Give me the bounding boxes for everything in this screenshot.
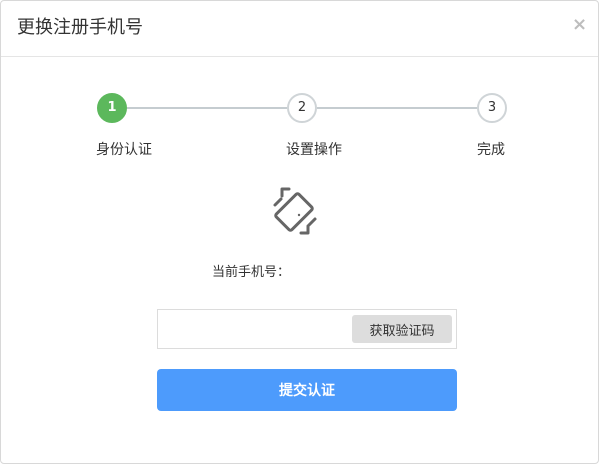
step-3-label: 完成 <box>477 142 505 158</box>
step-connector-2 <box>317 107 477 109</box>
verification-code-row: 获取验证码 <box>157 309 457 349</box>
close-icon[interactable]: × <box>572 14 587 36</box>
step-progress: 1 2 3 身份认证 设置操作 完成 <box>1 89 599 169</box>
change-phone-dialog: 更换注册手机号 × 1 2 3 身份认证 设置操作 完成 当前手机号： 获取验证… <box>0 0 599 464</box>
step-1-label: 身份认证 <box>96 142 152 158</box>
step-connector-1 <box>127 107 287 109</box>
get-code-button[interactable]: 获取验证码 <box>352 315 452 343</box>
step-2-label: 设置操作 <box>286 142 342 158</box>
step-1-circle: 1 <box>97 93 127 123</box>
dialog-title: 更换注册手机号 <box>17 17 143 38</box>
step-3-circle: 3 <box>477 93 507 123</box>
step-2-circle: 2 <box>287 93 317 123</box>
current-phone-label: 当前手机号： <box>212 261 290 280</box>
submit-auth-button[interactable]: 提交认证 <box>157 369 457 411</box>
dialog-header: 更换注册手机号 × <box>1 1 598 57</box>
verification-code-input[interactable] <box>158 310 348 348</box>
phone-rotate-icon <box>273 187 317 235</box>
current-phone-label-text: 当前手机号： <box>212 265 291 280</box>
